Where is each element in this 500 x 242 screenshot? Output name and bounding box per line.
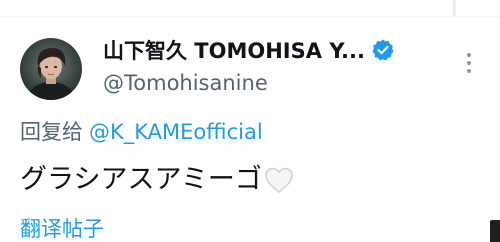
thread-line — [453, 0, 456, 16]
tweet-text-content: グラシアスアミーゴ — [20, 164, 262, 195]
verified-badge-icon — [371, 38, 395, 62]
reply-prefix: 回复给 — [20, 120, 83, 144]
scrollbar[interactable] — [490, 220, 500, 242]
tweet-card: 山下智久 TOMOHISA Y... @Tomohisanine 回复给 @K_K… — [0, 0, 500, 242]
display-name[interactable]: 山下智久 TOMOHISA Y... — [103, 35, 365, 65]
reply-context: 回复给 @K_KAMEofficial — [20, 116, 263, 148]
more-vertical-icon[interactable] — [459, 50, 479, 76]
previous-tweet-edge — [0, 0, 500, 18]
avatar-image — [20, 38, 82, 100]
divider — [0, 16, 500, 17]
reply-to-link[interactable]: @K_KAMEofficial — [89, 120, 263, 144]
tweet-text: グラシアスアミーゴ — [20, 160, 294, 200]
white-heart-icon — [264, 166, 294, 194]
translate-post-link[interactable]: 翻译帖子 — [20, 214, 104, 242]
author-handle[interactable]: @Tomohisanine — [103, 68, 268, 98]
avatar[interactable] — [20, 38, 82, 100]
author-name-row[interactable]: 山下智久 TOMOHISA Y... — [103, 33, 395, 67]
